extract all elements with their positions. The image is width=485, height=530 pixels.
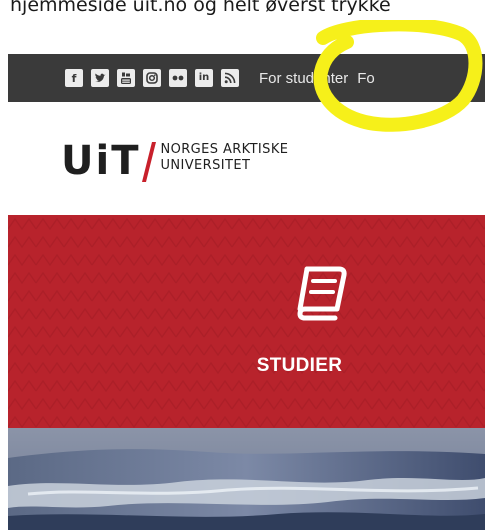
- social-icons: f in: [8, 69, 239, 87]
- instruction-text-line: hjemmeside uit.no og helt øverst trykke: [0, 0, 485, 18]
- twitter-icon[interactable]: [91, 69, 109, 87]
- logo-name: NORGES ARKTISKE UNIVERSITET: [160, 142, 288, 174]
- studies-label: STUDIER: [256, 355, 343, 376]
- logo-uit-text: UiT: [61, 138, 141, 184]
- studies-tile[interactable]: STUDIER: [8, 215, 485, 428]
- youtube-icon[interactable]: [117, 69, 135, 87]
- uit-logo[interactable]: UiT NORGES ARKTISKE UNIVERSITET: [61, 140, 288, 190]
- top-social-bar: f in For studenter Fo: [8, 54, 485, 102]
- facebook-icon[interactable]: f: [65, 69, 83, 87]
- background-pattern: [8, 215, 485, 428]
- logo-slash: [142, 142, 157, 182]
- flickr-icon[interactable]: [169, 69, 187, 87]
- nav-link-for-students[interactable]: For studenter: [259, 70, 348, 87]
- logo-name-line1: NORGES ARKTISKE: [160, 142, 289, 157]
- rss-icon[interactable]: [221, 69, 239, 87]
- hero-photo: [8, 428, 485, 530]
- instagram-icon[interactable]: [143, 69, 161, 87]
- nav-link-cropped[interactable]: Fo: [357, 70, 375, 87]
- book-icon: [297, 266, 347, 321]
- logo-name-line2: UNIVERSITET: [160, 158, 251, 173]
- linkedin-icon[interactable]: in: [195, 69, 213, 87]
- instruction-text: hjemmeside uit.no og helt øverst trykke: [10, 0, 391, 16]
